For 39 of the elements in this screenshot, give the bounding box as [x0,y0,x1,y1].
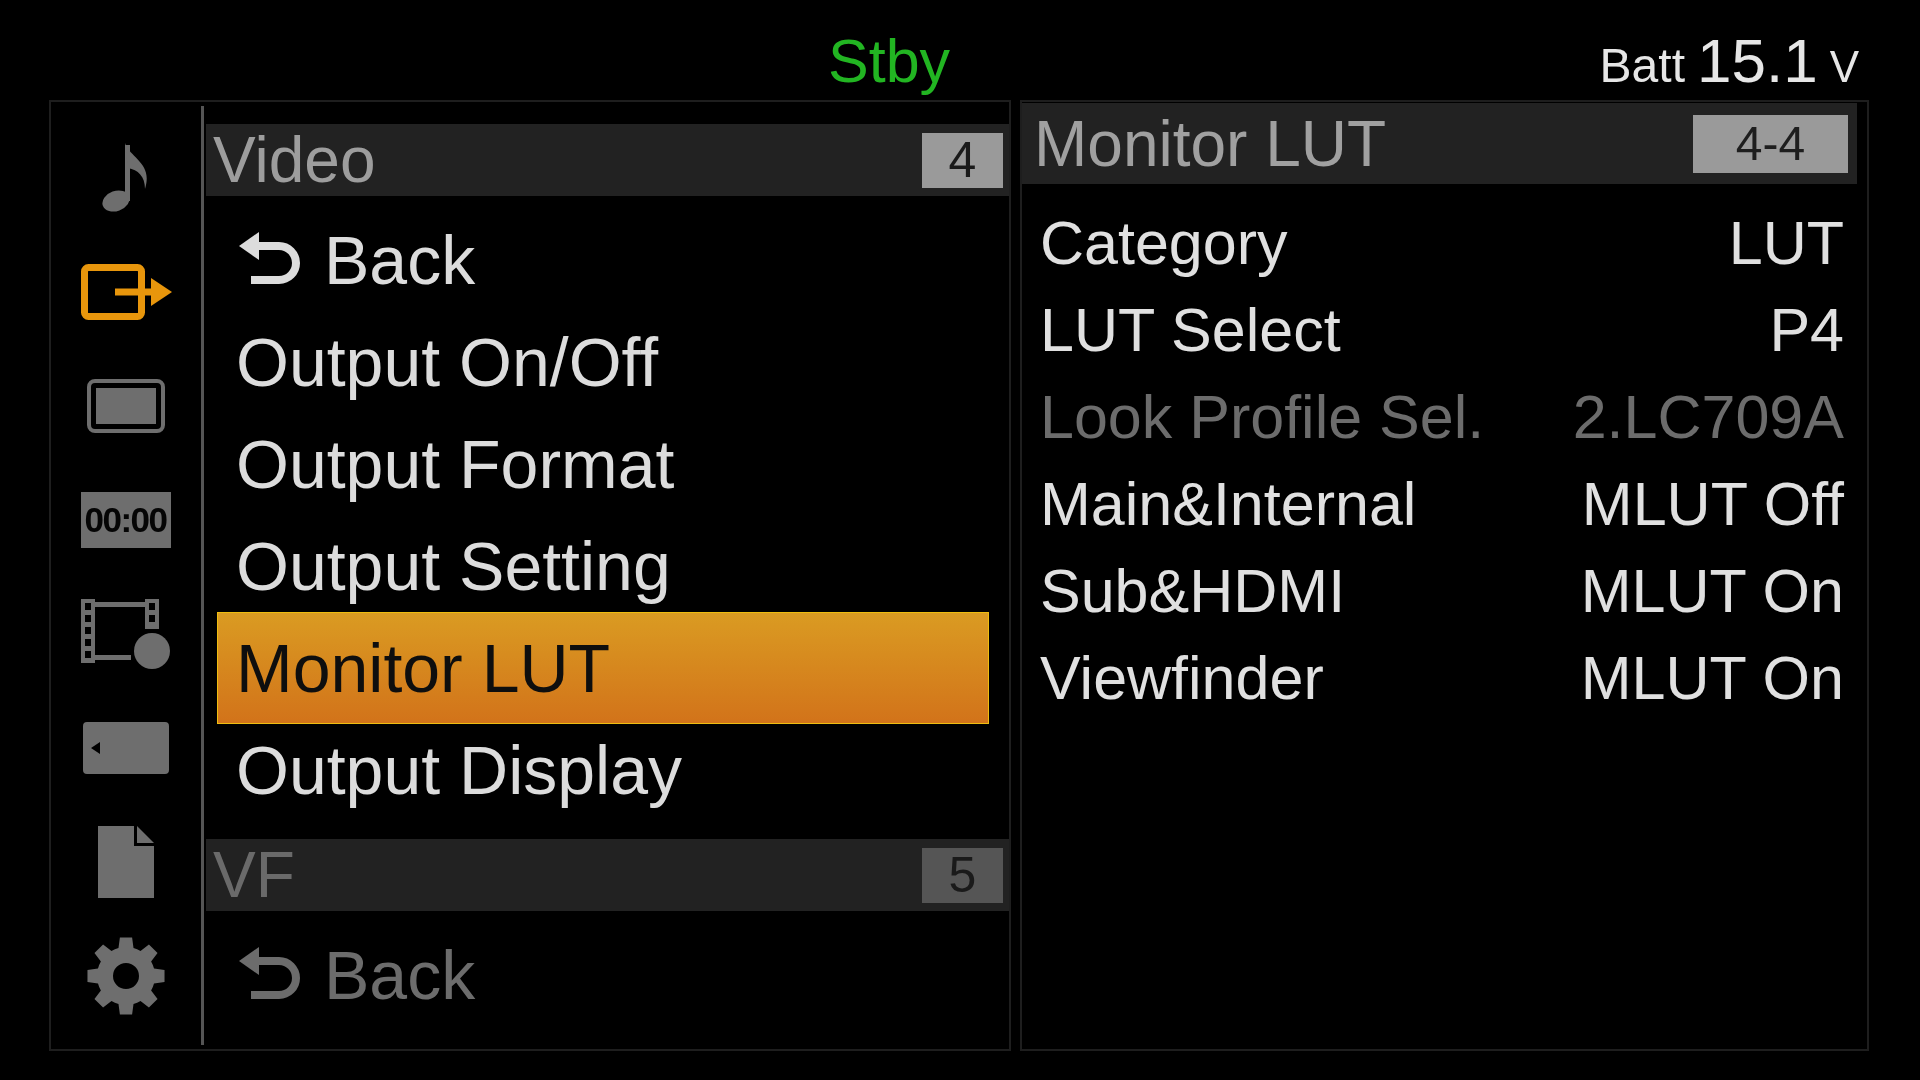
page-number: 4-4 [1693,114,1848,173]
setting-label: Main&Internal [1040,474,1417,535]
setting-value: MLUT Off [1581,474,1844,535]
battery-voltage: 15.1 [1696,30,1818,92]
setting-label: LUT Select [1040,300,1341,361]
setting-value: MLUT On [1580,648,1844,709]
setting-value: LUT [1728,213,1844,274]
sidebar-tab[interactable] [98,826,154,898]
setting-value: 2.LC709A [1572,387,1844,448]
setting-value: P4 [1769,300,1844,361]
menu-item[interactable]: Output Format [217,418,989,510]
section-title: Video [213,128,376,192]
output-arrow-icon [80,264,172,320]
card-icon [83,722,169,774]
setting-value: MLUT On [1580,561,1844,622]
section-title: VF [213,843,295,907]
back-item[interactable]: Back [217,929,989,1021]
section-number: 5 [922,847,1003,903]
document-icon [98,826,154,898]
film-icon [81,599,171,669]
menu-item[interactable]: Output Display [217,724,989,816]
setting-label: Sub&HDMI [1040,561,1346,622]
menu-item[interactable]: Output Setting [217,520,989,612]
section-number: 4 [922,132,1003,188]
setting-label: Look Profile Sel. [1040,387,1485,448]
voltage-unit: V [1829,45,1859,89]
setting-label: Viewfinder [1040,648,1324,709]
menu-item[interactable]: Output On/Off [217,316,989,408]
timecode-tab[interactable]: 00:00 [81,492,171,548]
sidebar-tab[interactable] [81,599,171,669]
menu-item[interactable]: Monitor LUT [217,612,989,724]
sidebar-tab[interactable] [80,264,172,320]
settings-icon [87,937,165,1015]
panel-title: Monitor LUT [1034,111,1387,176]
sidebar-tab[interactable] [87,379,165,433]
sidebar-tab[interactable] [87,937,165,1015]
battery-label: Batt [1599,42,1685,90]
screen-icon [87,379,165,433]
back-item[interactable]: Back [217,214,989,306]
